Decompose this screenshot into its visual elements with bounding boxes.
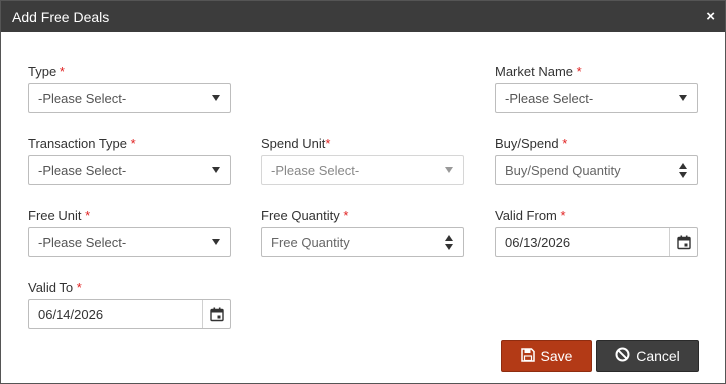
buy-spend-field: Buy/Spend * Buy/Spend Quantity [495,136,698,185]
valid-to-field: Valid To * 06/14/2026 [28,280,231,329]
ban-icon [615,347,630,365]
chevron-down-icon [212,95,220,101]
spend-unit-select-value: -Please Select- [271,162,360,178]
required-mark: * [343,208,349,223]
market-name-select-value: -Please Select- [505,90,594,106]
quantity-stepper[interactable] [669,156,697,184]
free-unit-select-value: -Please Select- [38,234,127,250]
required-mark: * [562,136,568,151]
required-mark: * [576,64,582,79]
free-unit-select[interactable]: -Please Select- [28,227,231,257]
spin-up-icon[interactable] [445,234,453,241]
valid-to-date-input[interactable]: 06/14/2026 [28,299,231,329]
add-free-deals-dialog: Add Free Deals × Type * -Please Select- … [0,0,726,384]
spend-unit-label: Spend Unit* [261,136,331,151]
chevron-down-icon [212,239,220,245]
chevron-down-icon [212,167,220,173]
chevron-down-icon [679,95,687,101]
cancel-button[interactable]: Cancel [596,340,699,372]
calendar-icon[interactable] [202,300,230,328]
market-name-label: Market Name * [495,64,582,79]
required-mark: * [130,136,136,151]
chevron-down-icon [445,167,453,173]
transaction-type-field: Transaction Type * -Please Select- [28,136,231,185]
spend-unit-field: Spend Unit* -Please Select- [261,136,464,185]
transaction-type-select-value: -Please Select- [38,162,127,178]
free-quantity-field: Free Quantity * Free Quantity [261,208,464,257]
required-mark: * [59,64,65,79]
buy-spend-placeholder: Buy/Spend Quantity [505,162,621,178]
required-mark: * [76,280,82,295]
type-select-value: -Please Select- [38,90,127,106]
free-quantity-placeholder: Free Quantity [271,234,350,250]
valid-from-field: Valid From * 06/13/2026 [495,208,698,257]
dialog-titlebar: Add Free Deals × [1,1,725,32]
buy-spend-label: Buy/Spend * [495,136,568,151]
calendar-icon[interactable] [669,228,697,256]
valid-to-label: Valid To * [28,280,82,295]
spend-unit-select[interactable]: -Please Select- [261,155,464,185]
type-label: Type * [28,64,65,79]
transaction-type-select[interactable]: -Please Select- [28,155,231,185]
valid-from-date-input[interactable]: 06/13/2026 [495,227,698,257]
spin-up-icon[interactable] [679,162,687,169]
required-mark: * [325,136,331,151]
buy-spend-quantity-input[interactable]: Buy/Spend Quantity [495,155,698,185]
dialog-title: Add Free Deals [12,8,110,25]
free-unit-label: Free Unit * [28,208,91,223]
valid-from-value: 06/13/2026 [505,234,571,250]
required-mark: * [560,208,566,223]
free-unit-field: Free Unit * -Please Select- [28,208,231,257]
free-quantity-label: Free Quantity * [261,208,349,223]
required-mark: * [85,208,91,223]
floppy-disk-icon [520,347,535,365]
type-field: Type * -Please Select- [28,64,231,113]
quantity-stepper[interactable] [435,228,463,256]
spin-down-icon[interactable] [445,243,453,250]
save-button[interactable]: Save [501,340,592,372]
valid-from-label: Valid From * [495,208,566,223]
valid-to-value: 06/14/2026 [38,306,104,322]
market-name-select[interactable]: -Please Select- [495,83,698,113]
free-quantity-input[interactable]: Free Quantity [261,227,464,257]
spin-down-icon[interactable] [679,171,687,178]
close-icon[interactable]: × [706,9,715,24]
save-button-label: Save [540,348,573,364]
transaction-type-label: Transaction Type * [28,136,136,151]
type-select[interactable]: -Please Select- [28,83,231,113]
market-name-field: Market Name * -Please Select- [495,64,698,113]
cancel-button-label: Cancel [636,348,680,364]
